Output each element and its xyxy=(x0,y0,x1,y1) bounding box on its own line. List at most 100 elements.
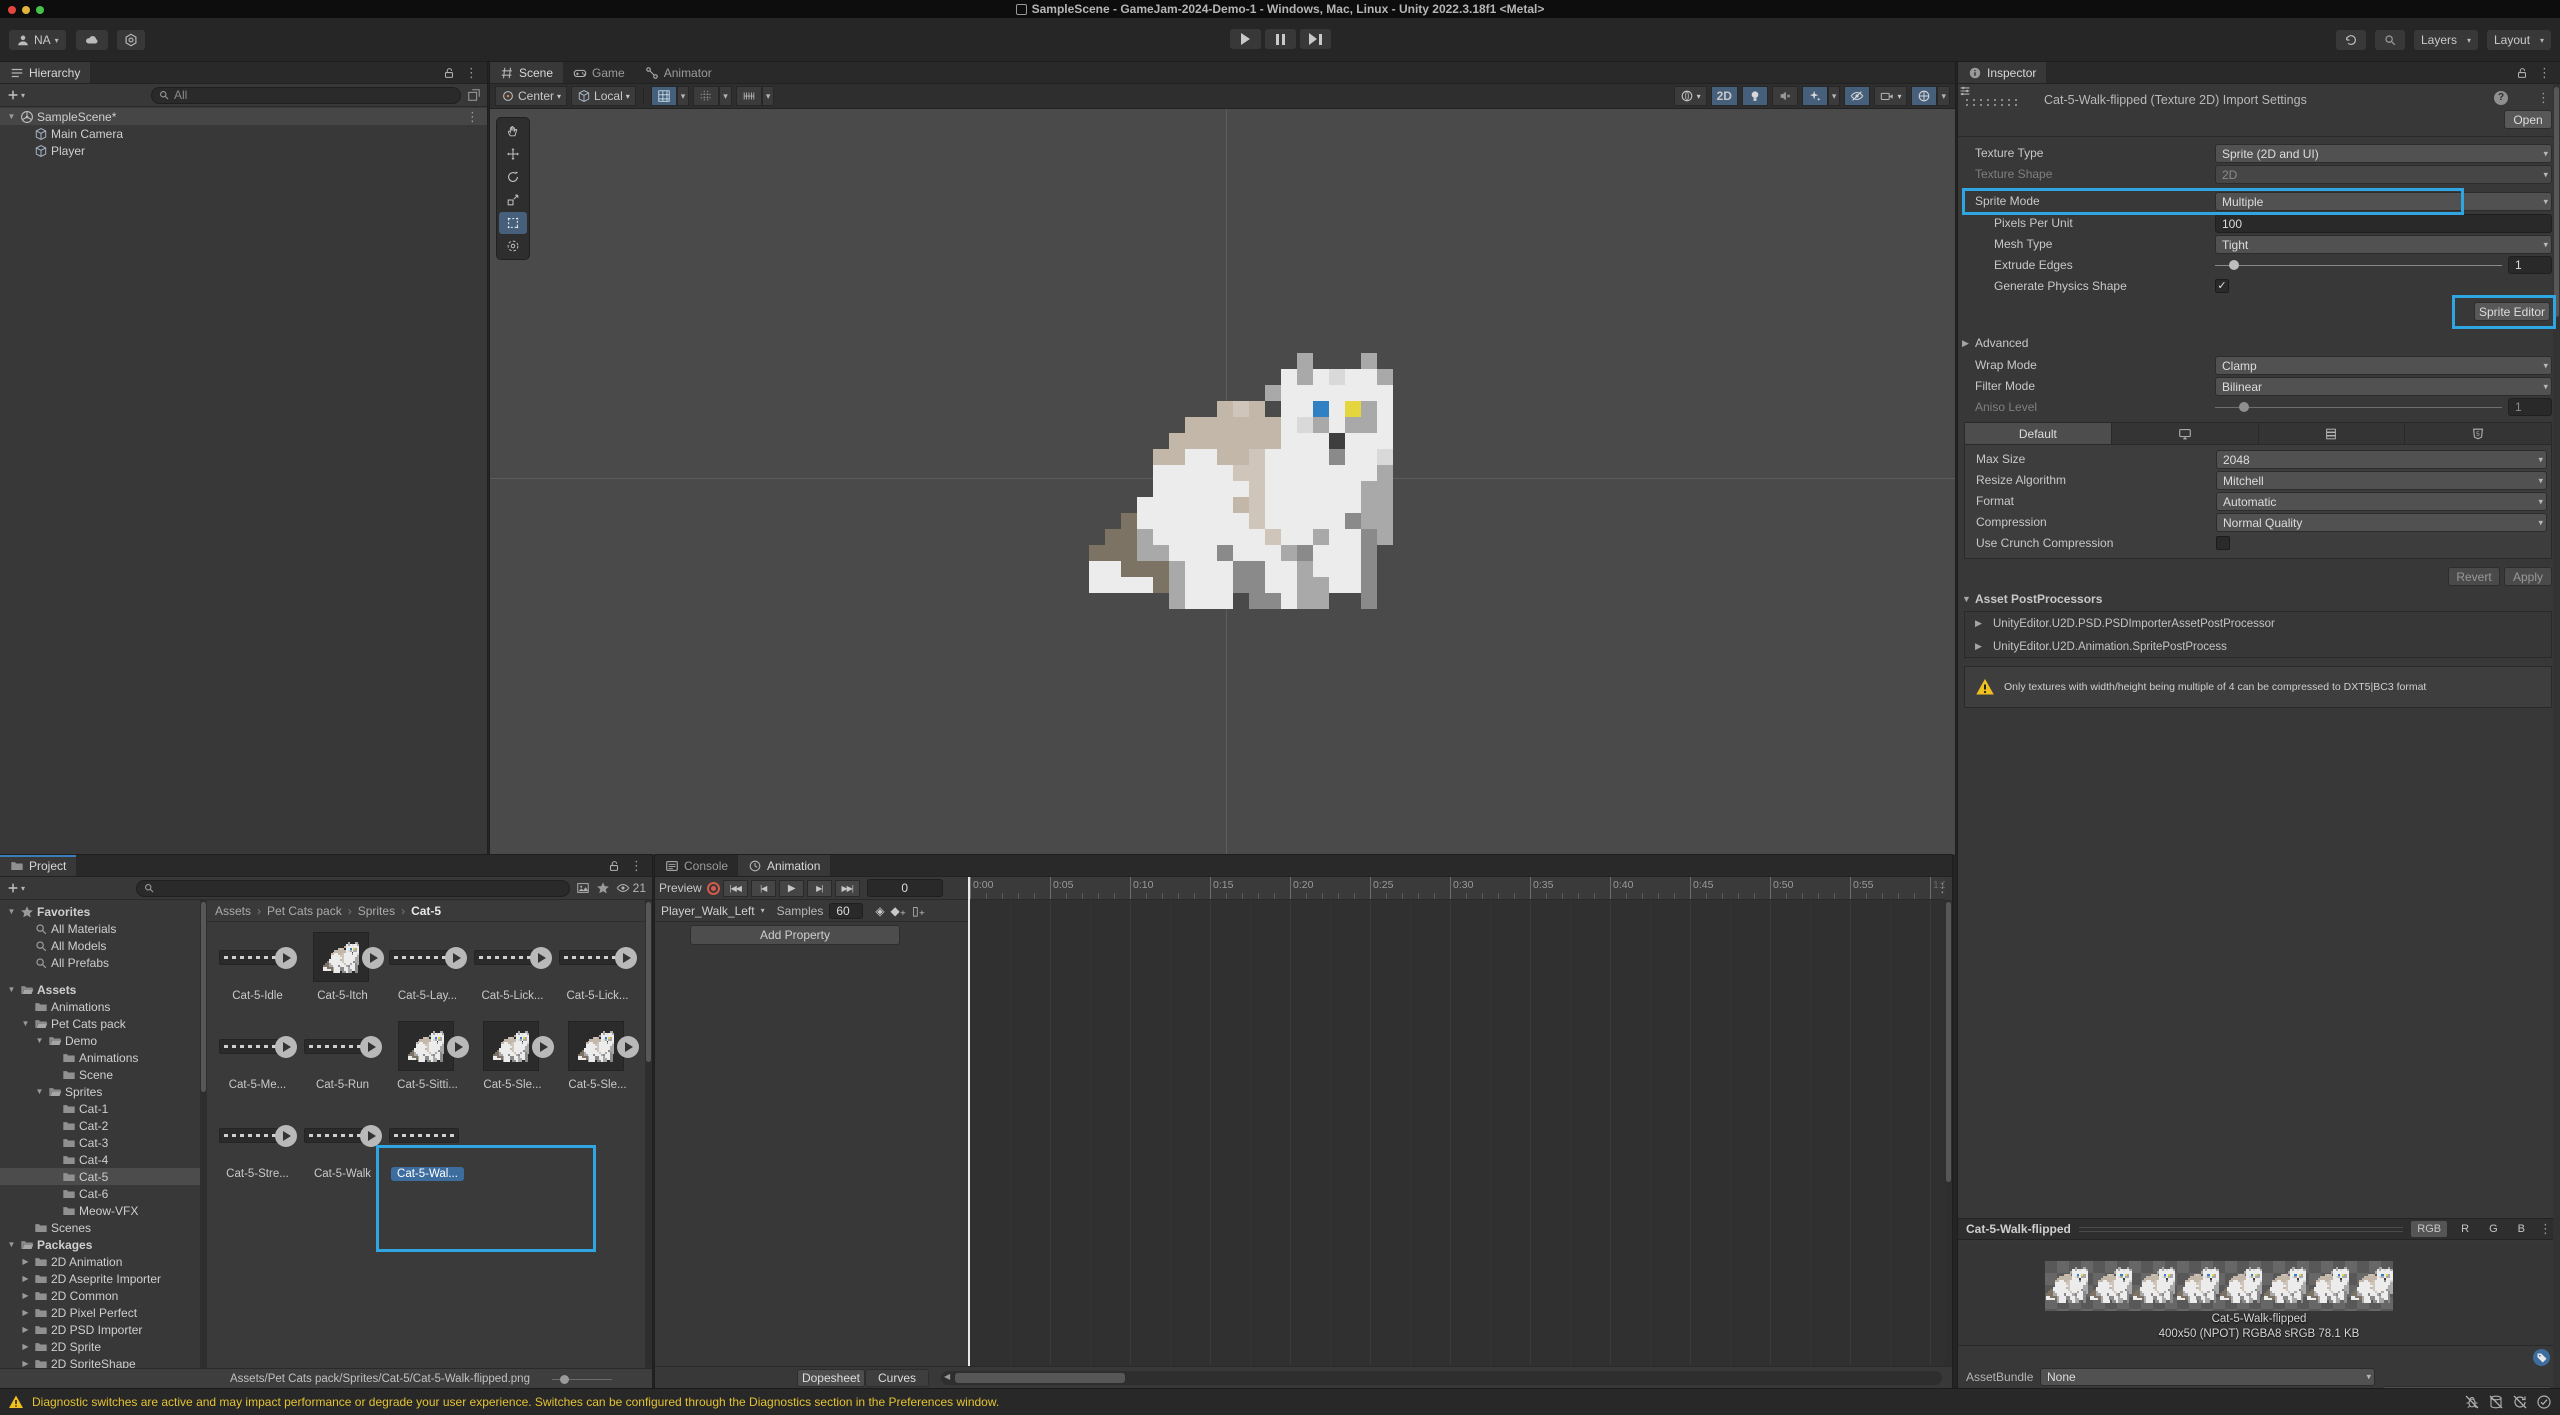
hierarchy-item-main-camera[interactable]: Main Camera xyxy=(0,125,487,142)
status-message[interactable]: Diagnostic switches are active and may i… xyxy=(32,1395,999,1409)
play-preview-button[interactable] xyxy=(445,947,467,969)
grid-visibility-toggle[interactable] xyxy=(651,86,677,106)
snap-increment-toggle[interactable] xyxy=(736,86,762,106)
apply-button[interactable]: Apply xyxy=(2504,567,2552,586)
timeline-hscrollbar[interactable]: ◀ xyxy=(941,1371,1942,1385)
asset-item-cat-5-itch[interactable]: Cat-5-Itch xyxy=(300,928,385,1017)
compression-dropdown[interactable]: Normal Quality xyxy=(2216,513,2547,532)
add-marker-button[interactable]: ▯₊ xyxy=(912,904,925,918)
max-size-dropdown[interactable]: 2048 xyxy=(2216,450,2547,469)
asset-item-cat-5-lay-[interactable]: Cat-5-Lay... xyxy=(385,928,470,1017)
project-folder-all-models[interactable]: All Models xyxy=(0,937,200,954)
effects-toggle[interactable] xyxy=(1802,86,1828,106)
wrap-mode-dropdown[interactable]: Clamp xyxy=(2215,356,2552,375)
platform-tab-webgl[interactable]: 5 xyxy=(2404,423,2551,444)
play-preview-button[interactable] xyxy=(447,1036,469,1058)
postprocessor-item[interactable]: ▶UnityEditor.U2D.Animation.SpritePostPro… xyxy=(1965,635,2551,658)
inspector-menu-button[interactable]: ⋮ xyxy=(2538,65,2551,81)
project-lock-icon[interactable] xyxy=(607,859,621,873)
hierarchy-menu-button[interactable]: ⋮ xyxy=(465,65,478,81)
channel-rgb-button[interactable]: RGB xyxy=(2411,1221,2447,1237)
tool-handle-pivot-dropdown[interactable]: Center▾ xyxy=(495,86,567,106)
asset-item-cat-5-walk[interactable]: Cat-5-Walk xyxy=(300,1106,385,1195)
hidden-objects-toggle[interactable] xyxy=(1844,86,1870,106)
project-folder-packages[interactable]: ▼Packages xyxy=(0,1236,200,1253)
play-preview-button[interactable] xyxy=(530,947,552,969)
filter-mode-dropdown[interactable]: Bilinear xyxy=(2215,377,2552,396)
use-crunch-checkbox[interactable] xyxy=(2216,536,2230,550)
asset-item-cat-5-me-[interactable]: Cat-5-Me... xyxy=(215,1017,300,1106)
project-folder-scenes[interactable]: Scenes xyxy=(0,1219,200,1236)
sprite-editor-button[interactable]: Sprite Editor xyxy=(2474,302,2550,321)
rect-tool-button[interactable] xyxy=(499,212,527,234)
scale-tool-button[interactable] xyxy=(499,189,527,211)
preview-toggle[interactable]: Preview xyxy=(659,881,702,895)
play-preview-button[interactable] xyxy=(617,1036,639,1058)
animation-scrollbar[interactable] xyxy=(1945,900,1952,1366)
resize-algorithm-dropdown[interactable]: Mitchell xyxy=(2216,471,2547,490)
aniso-level-input[interactable]: 1 xyxy=(2508,398,2552,416)
scene-picker-icon[interactable] xyxy=(467,88,481,102)
move-tool-button[interactable] xyxy=(499,143,527,165)
asset-item-cat-5-sle-[interactable]: Cat-5-Sle... xyxy=(555,1017,640,1106)
account-dropdown[interactable]: NA▾ xyxy=(8,29,67,51)
advanced-foldout[interactable]: ▶ Advanced xyxy=(1958,334,2560,353)
tab-scene[interactable]: Scene xyxy=(490,62,563,83)
project-search-input[interactable] xyxy=(159,881,563,895)
project-folder-2d-pixel-perfect[interactable]: ▶2D Pixel Perfect xyxy=(0,1304,200,1321)
project-folder-cat-6[interactable]: Cat-6 xyxy=(0,1185,200,1202)
view-tool-button[interactable] xyxy=(499,120,527,142)
foldout-arrow[interactable]: ▼ xyxy=(6,985,17,994)
foldout-arrow[interactable]: ▶ xyxy=(20,1257,31,1266)
platform-tab-standalone[interactable] xyxy=(2111,423,2258,444)
project-folder-2d-aseprite-importer[interactable]: ▶2D Aseprite Importer xyxy=(0,1270,200,1287)
project-folder-scene[interactable]: Scene xyxy=(0,1066,200,1083)
layout-dropdown[interactable]: Layout▾ xyxy=(2486,29,2552,51)
revert-button[interactable]: Revert xyxy=(2448,567,2500,586)
2d-toggle[interactable]: 2D xyxy=(1711,86,1738,106)
project-folder-2d-psd-importer[interactable]: ▶2D PSD Importer xyxy=(0,1321,200,1338)
snap-increment-dropdown[interactable]: ▾ xyxy=(762,86,775,106)
tab-animator[interactable]: Animator xyxy=(635,62,722,83)
hierarchy-item-samplescene-[interactable]: ▼SampleScene*⋮ xyxy=(0,108,487,125)
mesh-type-dropdown[interactable]: Tight xyxy=(2215,235,2552,254)
add-keyframe-button[interactable]: ◈ xyxy=(875,904,884,918)
platform-tab-server[interactable] xyxy=(2258,423,2405,444)
play-preview-button[interactable] xyxy=(275,1125,297,1147)
add-property-button[interactable]: Add Property xyxy=(690,925,900,945)
aniso-level-slider[interactable] xyxy=(2215,398,2502,417)
asset-item-cat-5-lick-[interactable]: Cat-5-Lick... xyxy=(470,928,555,1017)
prev-key-button[interactable]: |◀ xyxy=(751,880,776,897)
breadcrumb-segment[interactable]: Assets xyxy=(215,904,251,918)
pause-button[interactable] xyxy=(1264,28,1297,50)
cloud-button[interactable] xyxy=(75,29,109,51)
add-event-button[interactable]: ◆₊ xyxy=(891,904,907,918)
clip-dropdown[interactable]: Player_Walk_Left▾ xyxy=(661,904,765,918)
foldout-arrow[interactable]: ▼ xyxy=(6,112,17,121)
texture-type-dropdown[interactable]: Sprite (2D and UI) xyxy=(2215,144,2552,163)
project-folder-cat-2[interactable]: Cat-2 xyxy=(0,1117,200,1134)
project-folder-demo[interactable]: ▼Demo xyxy=(0,1032,200,1049)
hierarchy-search[interactable] xyxy=(151,87,461,104)
hierarchy-search-input[interactable] xyxy=(174,88,454,102)
current-frame-input[interactable]: 0 xyxy=(867,879,943,897)
search-by-type-icon[interactable] xyxy=(576,881,590,895)
asset-bundle-dropdown[interactable]: None xyxy=(2040,1368,2375,1386)
project-menu-button[interactable]: ⋮ xyxy=(630,858,643,874)
header-menu-button[interactable]: ⋮ xyxy=(2537,90,2550,106)
sprite-mode-dropdown[interactable]: Multiple xyxy=(2215,192,2552,211)
project-folder-animations[interactable]: Animations xyxy=(0,998,200,1015)
platform-tab-default[interactable]: Default xyxy=(1965,423,2111,444)
play-preview-button[interactable] xyxy=(360,1036,382,1058)
autorefresh-disabled-icon[interactable] xyxy=(2512,1394,2528,1410)
project-folder-assets[interactable]: ▼Assets xyxy=(0,981,200,998)
foldout-arrow[interactable]: ▶ xyxy=(20,1274,31,1283)
lock-icon[interactable] xyxy=(442,66,456,80)
postprocessors-foldout[interactable]: ▼ Asset PostProcessors xyxy=(1958,590,2560,609)
cache-disabled-icon[interactable] xyxy=(2488,1394,2504,1410)
project-folder-cat-3[interactable]: Cat-3 xyxy=(0,1134,200,1151)
project-folder-animations[interactable]: Animations xyxy=(0,1049,200,1066)
presets-icon[interactable] xyxy=(1958,84,1972,98)
breadcrumb-segment[interactable]: Cat-5 xyxy=(411,904,441,918)
scene-menu-button[interactable]: ⋮ xyxy=(466,109,479,125)
